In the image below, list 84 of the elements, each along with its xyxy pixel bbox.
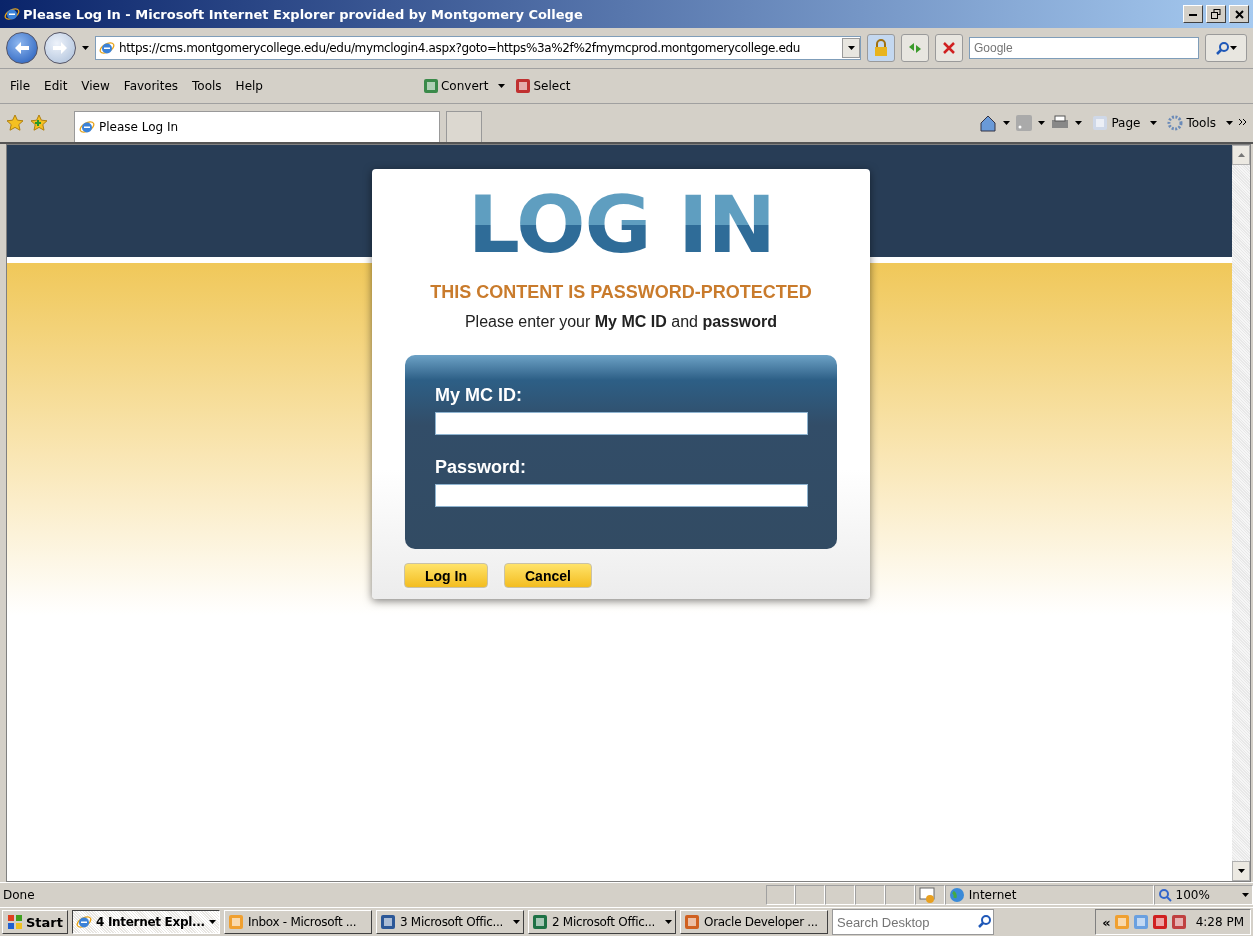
menu-item[interactable]: Favorites: [119, 79, 183, 93]
close-icon: [1234, 9, 1244, 19]
caret-icon: [1038, 121, 1046, 125]
minimize-button[interactable]: [1183, 5, 1203, 23]
search-field[interactable]: Google: [969, 37, 1199, 59]
stop-button[interactable]: [935, 34, 963, 62]
taskbar-button[interactable]: Oracle Developer ...: [680, 910, 828, 934]
clock: 4:28 PM: [1195, 915, 1244, 929]
zoom-control[interactable]: 100%: [1153, 885, 1253, 905]
select-button[interactable]: Select: [511, 78, 575, 94]
caret-icon: [1003, 121, 1011, 125]
browser-e-icon: [76, 914, 92, 930]
restore-button[interactable]: [1206, 5, 1226, 23]
caret-icon: [1237, 869, 1245, 873]
close-button[interactable]: [1229, 5, 1249, 23]
minimize-icon: [1189, 12, 1197, 16]
search-button[interactable]: [1205, 34, 1247, 62]
taskbar-button[interactable]: 3 Microsoft Offic...: [376, 910, 524, 934]
desktop-search-box[interactable]: Search Desktop: [832, 909, 994, 935]
browser-e-icon: [79, 119, 95, 135]
menu-item[interactable]: Tools: [188, 79, 226, 93]
right-arrow-icon: [52, 41, 68, 55]
caret-icon: [1150, 121, 1158, 125]
protected-notice: THIS CONTENT IS PASSWORD-PROTECTED: [430, 282, 812, 303]
add-star-icon[interactable]: [30, 114, 48, 132]
status-text: Done: [2, 887, 36, 904]
refresh-arrows-icon: [907, 40, 923, 56]
status-panel: [795, 885, 826, 905]
restore-icon: [1211, 9, 1221, 19]
taskbar-button[interactable]: 4 Internet Expl...: [72, 910, 220, 934]
browser-e-icon: [99, 40, 115, 56]
page-menu[interactable]: Page: [1088, 115, 1145, 131]
login-button[interactable]: Log In: [404, 563, 488, 588]
zone-indicator: Internet: [944, 885, 1154, 905]
gear-icon: [1167, 115, 1184, 131]
menu-item[interactable]: Edit: [40, 79, 72, 93]
refresh-button[interactable]: [901, 34, 929, 62]
scrollbar[interactable]: [1232, 145, 1250, 881]
taskbar-button[interactable]: Inbox - Microsoft ...: [224, 910, 372, 934]
menu-item[interactable]: File: [6, 79, 35, 93]
tray-expand-button[interactable]: «: [1102, 914, 1111, 930]
field-label: Password:: [435, 457, 528, 478]
menu-item[interactable]: Help: [231, 79, 267, 93]
convert-button[interactable]: Convert: [418, 78, 493, 94]
left-arrow-icon: [14, 41, 30, 55]
up-caret-icon: [1237, 153, 1245, 157]
caret-icon: [1229, 46, 1237, 50]
caret-icon: [498, 84, 506, 88]
tools-menu[interactable]: Tools: [1163, 115, 1220, 131]
caret-icon: [1226, 121, 1233, 125]
start-button[interactable]: Start: [2, 910, 68, 934]
close-icon: [943, 42, 955, 54]
field-label: My MC ID:: [435, 385, 523, 406]
back-button[interactable]: [6, 32, 38, 64]
status-panel: [765, 885, 796, 905]
printer-icon[interactable]: [1051, 115, 1070, 131]
status-panel: [825, 885, 856, 905]
taskbar-button[interactable]: 2 Microsoft Offic...: [528, 910, 676, 934]
browser-tab[interactable]: Please Log In: [74, 111, 440, 142]
chevron-icon[interactable]: [1239, 119, 1247, 127]
padlock-icon: [873, 39, 889, 57]
globe-icon: [948, 887, 965, 903]
home-icon[interactable]: [979, 114, 998, 132]
forward-button[interactable]: [44, 32, 76, 64]
input-field[interactable]: [435, 484, 808, 507]
star-icon[interactable]: [6, 114, 24, 132]
security-lock-button[interactable]: [867, 34, 895, 62]
address-field[interactable]: https://cms.montgomerycollege.edu/edu/mymclogin4.aspx?goto=https%3a%2f%2fmymcprod.montgomerycollege.edu: [95, 36, 861, 60]
input-field[interactable]: [435, 412, 808, 435]
browser-e-icon: [4, 6, 20, 22]
warning-icon: [918, 887, 935, 903]
status-panel: [855, 885, 885, 905]
search-icon: [977, 914, 993, 930]
window-title: Please Log In - Microsoft Internet Explorer provided by Montgomery College: [23, 6, 584, 22]
cancel-button[interactable]: Cancel: [504, 563, 592, 588]
dropdown-button[interactable]: [842, 38, 860, 58]
caret-icon: [847, 46, 855, 50]
instructions-text: Please enter your My MC ID and password: [464, 313, 778, 331]
caret-icon: [1075, 121, 1083, 125]
menu-item[interactable]: View: [77, 79, 114, 93]
search-icon: [1215, 41, 1230, 55]
caret-icon: [1242, 893, 1249, 897]
caret-icon: [82, 46, 89, 50]
windows-flag-icon: [7, 914, 23, 930]
